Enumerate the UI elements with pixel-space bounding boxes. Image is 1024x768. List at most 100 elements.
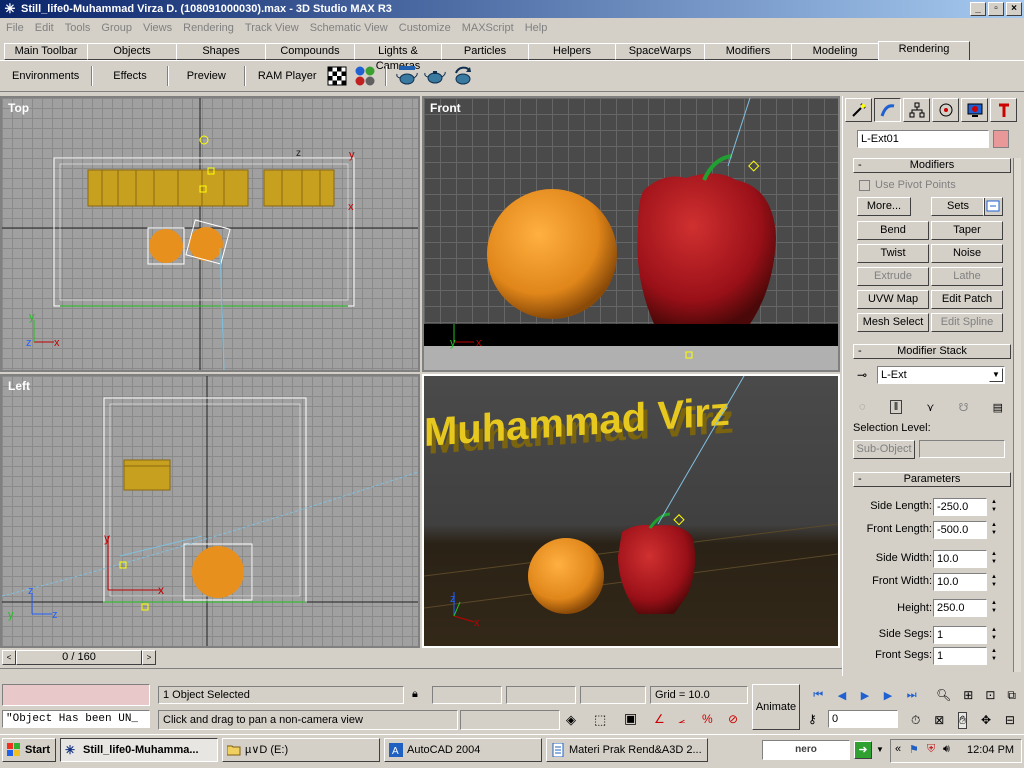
front-length-field[interactable]: -500.0 <box>933 521 987 539</box>
tab-shapes[interactable]: Shapes <box>176 43 266 60</box>
previous-frame-icon[interactable]: ◀ <box>838 689 846 702</box>
side-segs-spinner[interactable]: ▲ ▼ <box>989 626 999 644</box>
motion-tab-icon[interactable] <box>932 98 959 122</box>
object-color-swatch[interactable] <box>993 130 1009 148</box>
edit-spline-button[interactable]: Edit Spline <box>931 313 1003 332</box>
viewport-perspective[interactable]: Muhammad Virz Muhammad Virz z x <box>422 374 840 648</box>
tab-objects[interactable]: Objects <box>87 43 177 60</box>
object-name-field[interactable]: L-Ext01 <box>857 130 989 148</box>
zoom-extents-icon[interactable]: ⊡ <box>985 688 995 702</box>
arc-rotate-icon[interactable]: ✥ <box>981 713 991 727</box>
next-frame-icon[interactable]: ▶ <box>884 689 892 702</box>
noise-button[interactable]: Noise <box>931 244 1003 263</box>
viewport-front[interactable]: Front x y <box>422 96 840 372</box>
coord-x-field[interactable] <box>432 686 502 704</box>
lathe-button[interactable]: Lathe <box>931 267 1003 286</box>
front-width-field[interactable]: 10.0 <box>933 573 987 591</box>
effects-button[interactable]: Effects <box>113 70 146 82</box>
tab-particles[interactable]: Particles <box>441 43 529 60</box>
angle-snap-icon[interactable]: ∠ <box>654 712 665 726</box>
angle-snap-toggle-icon[interactable]: ⦟ <box>678 712 685 727</box>
front-width-spinner[interactable]: ▲ ▼ <box>989 573 999 591</box>
pan-hand-icon[interactable]: ✋︎ <box>958 711 968 729</box>
sub-object-button[interactable]: Sub-Object <box>853 440 915 459</box>
maximize-button[interactable]: ▫ <box>988 2 1004 16</box>
maxscript-listener-field[interactable] <box>2 684 150 706</box>
taper-button[interactable]: Taper <box>931 221 1003 240</box>
zoom-all-icon[interactable]: ⊞ <box>963 688 973 702</box>
taskbar-item-autocad[interactable]: A AutoCAD 2004 <box>384 738 542 762</box>
menu-track-view[interactable]: Track View <box>245 22 299 34</box>
dropdown-arrow-icon[interactable]: ▼ <box>876 745 884 754</box>
tab-rendering[interactable]: Rendering <box>878 41 970 60</box>
bend-button[interactable]: Bend <box>857 221 929 240</box>
pin-stack-icon[interactable]: ⊸ <box>857 368 867 382</box>
menu-file[interactable]: File <box>6 22 24 34</box>
minimize-button[interactable]: _ <box>970 2 986 16</box>
modify-tab-icon[interactable] <box>874 98 901 122</box>
tab-compounds[interactable]: Compounds <box>265 43 355 60</box>
twist-button[interactable]: Twist <box>857 244 929 263</box>
spinner-snap-icon[interactable]: ⊘ <box>728 712 738 726</box>
preview-button[interactable]: Preview <box>187 70 226 82</box>
menu-views[interactable]: Views <box>143 22 172 34</box>
tab-spacewarps[interactable]: SpaceWarps <box>615 43 705 60</box>
tab-helpers[interactable]: Helpers <box>528 43 616 60</box>
tray-shield-icon[interactable]: ⛨ <box>927 743 935 756</box>
go-arrow-icon[interactable]: ➜ <box>854 741 872 759</box>
side-segs-field[interactable]: 1 <box>933 626 987 644</box>
show-end-result-icon[interactable]: ‖ <box>889 400 903 414</box>
quick-render-teapot-icon[interactable] <box>423 65 446 87</box>
height-spinner[interactable]: ▲ ▼ <box>989 599 999 617</box>
tray-expand-icon[interactable]: « <box>895 743 901 755</box>
percent-snap-icon[interactable]: % <box>702 712 713 726</box>
configure-sets-icon[interactable] <box>983 197 1003 216</box>
create-tab-icon[interactable] <box>845 98 872 122</box>
menu-edit[interactable]: Edit <box>35 22 54 34</box>
make-unique-icon[interactable]: ⋎ <box>926 401 934 414</box>
time-next-button[interactable]: > <box>142 650 156 665</box>
more-button[interactable]: More... <box>857 197 911 216</box>
render-last-teapot-icon[interactable] <box>452 65 474 87</box>
degradation-override-icon[interactable]: ▣ <box>624 710 637 727</box>
ram-player-button[interactable]: RAM Player <box>258 70 317 82</box>
zoom-icon[interactable]: 🔍︎ <box>936 688 951 702</box>
sub-object-dropdown[interactable] <box>919 440 1005 458</box>
remove-modifier-icon[interactable]: ☋ <box>959 401 969 414</box>
parameters-rollout-header[interactable]: - Parameters <box>853 472 1011 487</box>
hierarchy-tab-icon[interactable] <box>903 98 930 122</box>
uvw-map-button[interactable]: UVW Map <box>857 290 929 309</box>
clock[interactable]: 12:04 PM <box>967 744 1014 756</box>
close-button[interactable]: × <box>1006 2 1022 16</box>
menu-maxscript[interactable]: MAXScript <box>462 22 514 34</box>
tab-main-toolbar[interactable]: Main Toolbar <box>4 43 88 60</box>
modifier-stack-rollout-header[interactable]: - Modifier Stack <box>853 344 1011 359</box>
time-config-icon[interactable]: ⏱︎ <box>911 713 920 728</box>
min-max-toggle-icon[interactable]: ⊟ <box>1005 713 1015 727</box>
edit-patch-button[interactable]: Edit Patch <box>931 290 1003 309</box>
mesh-select-button[interactable]: Mesh Select <box>857 313 929 332</box>
coord-y-field[interactable] <box>506 686 576 704</box>
front-segs-field[interactable]: 1 <box>933 647 987 665</box>
render-scene-teapot-icon[interactable] <box>395 65 418 87</box>
tray-speaker-icon[interactable]: 🔊︎ <box>943 743 950 756</box>
checker-icon[interactable] <box>326 65 348 87</box>
go-to-start-icon[interactable]: ⏮︎ <box>813 689 823 702</box>
go-to-end-icon[interactable]: ⏭︎ <box>907 689 917 702</box>
nero-search-box[interactable]: nero <box>762 740 850 760</box>
viewport-top[interactable]: Top z y x x y z <box>0 96 420 372</box>
tab-modifiers[interactable]: Modifiers <box>704 43 792 60</box>
taskbar-item-3dsmax[interactable]: ✳ Still_life0-Muhamma... <box>60 738 218 762</box>
play-icon[interactable]: ▶ <box>861 689 869 702</box>
modifier-stack-dropdown[interactable]: L-Ext <box>877 366 1005 384</box>
front-length-spinner[interactable]: ▲ ▼ <box>989 521 999 539</box>
maxscript-output[interactable]: "Object Has been UN_ <box>2 710 150 728</box>
viewport-left[interactable]: Left y x z z y <box>0 374 420 648</box>
animate-button[interactable]: Animate <box>752 684 800 730</box>
side-width-field[interactable]: 10.0 <box>933 550 987 568</box>
key-mode-icon[interactable]: ⚷ <box>808 712 817 726</box>
sets-button[interactable]: Sets <box>931 197 985 216</box>
taskbar-item-document[interactable]: Materi Prak Rend&A3D 2... <box>546 738 708 762</box>
selection-cube-icon[interactable]: ◈ <box>566 712 576 728</box>
region-zoom-icon[interactable]: ⊠ <box>934 713 944 727</box>
